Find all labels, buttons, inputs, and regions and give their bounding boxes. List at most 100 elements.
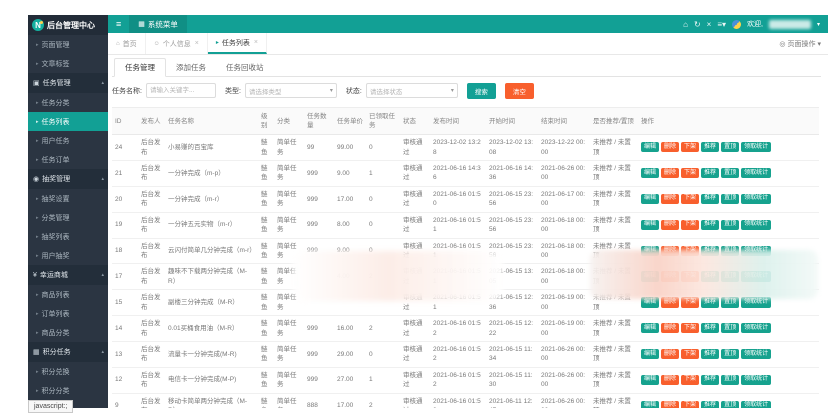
action-offshelf-button[interactable]: 下架 [681,271,699,281]
fullscreen-close-icon[interactable]: × [707,20,712,29]
sidebar-item[interactable]: ▸页面管理 [28,35,108,54]
action-claim-stats-button[interactable]: 领取统计 [741,168,771,178]
sidebar-item[interactable]: ▸分类管理 [28,208,108,227]
sidebar-item[interactable]: ▸抽奖设置 [28,189,108,208]
sidebar-group-lottery-management[interactable]: ◉抽奖管理▴ [28,169,108,189]
action-delete-button[interactable]: 删除 [661,246,679,256]
refresh-icon[interactable]: ↻ [694,20,701,29]
action-offshelf-button[interactable]: 下架 [681,194,699,204]
action-claim-stats-button[interactable]: 领取统计 [741,349,771,359]
sidebar-item[interactable]: ▸积分兑换 [28,362,108,381]
action-recommend-button[interactable]: 推荐 [701,297,719,307]
action-pin-top-button[interactable]: 置顶 [721,271,739,281]
sidebar-item[interactable]: ▸积分分类 [28,381,108,400]
sidebar-item[interactable]: ▸商品列表 [28,285,108,304]
page-operations-dropdown[interactable]: ◎ 页面操作 ▾ [779,33,828,54]
home-icon[interactable]: ⌂ [683,20,688,29]
open-tab-task-list[interactable]: ▸任务列表× [208,33,267,54]
action-claim-stats-button[interactable]: 领取统计 [741,323,771,333]
action-offshelf-button[interactable]: 下架 [681,142,699,152]
action-pin-top-button[interactable]: 置顶 [721,168,739,178]
action-claim-stats-button[interactable]: 领取统计 [741,401,771,408]
sidebar-item[interactable]: ▸任务列表 [28,112,108,131]
action-recommend-button[interactable]: 推荐 [701,375,719,385]
action-recommend-button[interactable]: 推荐 [701,323,719,333]
action-offshelf-button[interactable]: 下架 [681,246,699,256]
action-recommend-button[interactable]: 推荐 [701,194,719,204]
open-tab-profile[interactable]: ☺个人信息× [146,33,208,54]
action-edit-button[interactable]: 编辑 [641,349,659,359]
action-edit-button[interactable]: 编辑 [641,142,659,152]
sidebar-item[interactable]: ▸订单列表 [28,304,108,323]
action-claim-stats-button[interactable]: 领取统计 [741,142,771,152]
action-claim-stats-button[interactable]: 领取统计 [741,194,771,204]
action-edit-button[interactable]: 编辑 [641,194,659,204]
action-delete-button[interactable]: 删除 [661,142,679,152]
sidebar-group-lucky-mall[interactable]: ¥幸运商城▴ [28,265,108,285]
action-delete-button[interactable]: 删除 [661,297,679,307]
action-edit-button[interactable]: 编辑 [641,271,659,281]
sidebar-group-points-tasks[interactable]: ▦积分任务▴ [28,342,108,362]
action-offshelf-button[interactable]: 下架 [681,297,699,307]
clear-button[interactable]: 清空 [505,83,534,99]
sidebar-item[interactable]: ▸文章标签 [28,54,108,73]
action-edit-button[interactable]: 编辑 [641,297,659,307]
action-recommend-button[interactable]: 推荐 [701,142,719,152]
action-pin-top-button[interactable]: 置顶 [721,297,739,307]
action-delete-button[interactable]: 删除 [661,349,679,359]
action-edit-button[interactable]: 编辑 [641,220,659,230]
action-pin-top-button[interactable]: 置顶 [721,349,739,359]
action-delete-button[interactable]: 删除 [661,375,679,385]
action-offshelf-button[interactable]: 下架 [681,168,699,178]
action-edit-button[interactable]: 编辑 [641,323,659,333]
action-recommend-button[interactable]: 推荐 [701,246,719,256]
status-select[interactable]: 请选择状态 ▾ [366,83,458,98]
action-offshelf-button[interactable]: 下架 [681,323,699,333]
avatar[interactable] [732,20,741,29]
action-edit-button[interactable]: 编辑 [641,168,659,178]
action-claim-stats-button[interactable]: 领取统计 [741,246,771,256]
action-pin-top-button[interactable]: 置顶 [721,401,739,408]
action-claim-stats-button[interactable]: 领取统计 [741,220,771,230]
action-recommend-button[interactable]: 推荐 [701,271,719,281]
action-offshelf-button[interactable]: 下架 [681,401,699,408]
action-claim-stats-button[interactable]: 领取统计 [741,297,771,307]
task-name-input[interactable] [146,83,216,98]
sidebar-item[interactable]: ▸任务分类 [28,93,108,112]
action-pin-top-button[interactable]: 置顶 [721,246,739,256]
tab-add-task[interactable]: 添加任务 [166,59,216,76]
sidebar-item[interactable]: ▸用户抽奖 [28,246,108,265]
action-recommend-button[interactable]: 推荐 [701,168,719,178]
action-offshelf-button[interactable]: 下架 [681,220,699,230]
action-pin-top-button[interactable]: 置顶 [721,375,739,385]
action-claim-stats-button[interactable]: 领取统计 [741,271,771,281]
user-dropdown-caret-icon[interactable]: ▾ [817,21,820,28]
close-icon[interactable]: × [195,40,199,47]
menu-list-icon[interactable]: ≡▾ [717,20,726,29]
action-pin-top-button[interactable]: 置顶 [721,142,739,152]
action-pin-top-button[interactable]: 置顶 [721,323,739,333]
action-pin-top-button[interactable]: 置顶 [721,194,739,204]
tab-task-manage[interactable]: 任务管理 [114,58,166,77]
action-edit-button[interactable]: 编辑 [641,401,659,408]
action-offshelf-button[interactable]: 下架 [681,349,699,359]
type-select[interactable]: 请选择类型 ▾ [245,83,337,98]
action-recommend-button[interactable]: 推荐 [701,349,719,359]
action-delete-button[interactable]: 删除 [661,220,679,230]
tab-system-menu[interactable]: ▦ 系统菜单 [129,15,187,33]
sidebar-item[interactable]: ▸任务订单 [28,150,108,169]
action-recommend-button[interactable]: 推荐 [701,401,719,408]
action-delete-button[interactable]: 删除 [661,323,679,333]
action-claim-stats-button[interactable]: 领取统计 [741,375,771,385]
action-delete-button[interactable]: 删除 [661,168,679,178]
search-button[interactable]: 搜索 [467,83,496,99]
hamburger-icon[interactable]: ≡ [108,19,129,29]
sidebar-item[interactable]: ▸抽奖列表 [28,227,108,246]
action-edit-button[interactable]: 编辑 [641,375,659,385]
sidebar-item[interactable]: ▸用户任务 [28,131,108,150]
action-delete-button[interactable]: 删除 [661,194,679,204]
close-icon[interactable]: × [254,39,258,46]
action-delete-button[interactable]: 删除 [661,271,679,281]
tab-task-recycle[interactable]: 任务回收站 [216,59,274,76]
open-tab-home[interactable]: ⌂首页 [108,33,146,54]
